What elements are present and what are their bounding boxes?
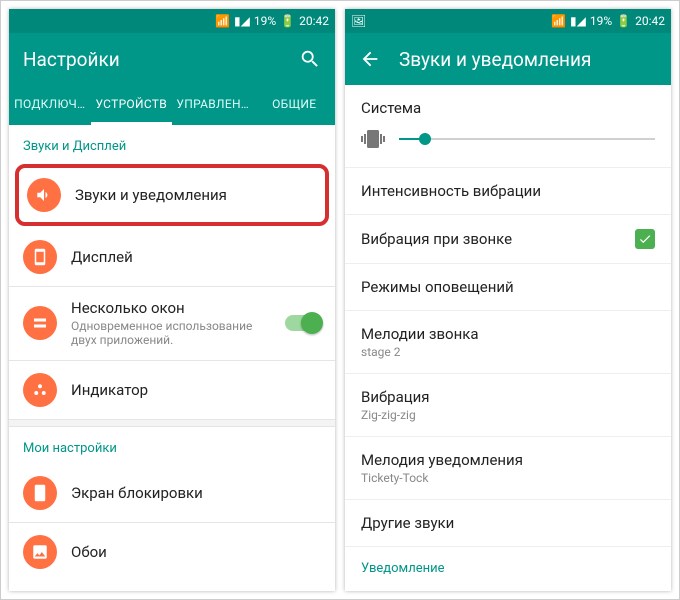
item-sounds-notifications[interactable]: Звуки и уведомления (19, 168, 325, 222)
multi-window-icon (23, 306, 57, 340)
settings-screen: 📶 ▮◢ 19% 🔋 20:42 Настройки ПОДКЛЮЧ… УСТР… (9, 9, 335, 591)
item-other-sounds[interactable]: Другие звуки (345, 500, 671, 547)
wifi-icon: 📶 (215, 14, 230, 28)
item-vibration-intensity[interactable]: Интенсивность вибрации (345, 168, 671, 215)
sounds-list: Система Интенсивность вибрации Вибрация … (345, 85, 671, 591)
item-label: Мелодии звонка (361, 325, 655, 343)
item-label: Дисплей (71, 248, 321, 266)
item-lock-screen[interactable]: Экран блокировки (9, 464, 335, 522)
vibrate-on-ring-checkbox[interactable] (635, 229, 655, 249)
battery-icon: 🔋 (280, 14, 295, 28)
section-gap (9, 419, 335, 427)
tab-bar: ПОДКЛЮЧ… УСТРОЙСТВ УПРАВЛЕН… ОБЩИЕ (9, 85, 335, 125)
item-wallpaper[interactable]: Обои (9, 523, 335, 581)
item-label: Индикатор (71, 381, 321, 399)
sounds-screen: 🖼 📶 ▮◢ 19% 🔋 20:42 Звуки и уведомления С… (345, 9, 671, 591)
item-label: Экран блокировки (71, 484, 321, 502)
item-sublabel: stage 2 (361, 345, 655, 359)
tab-device[interactable]: УСТРОЙСТВ (91, 85, 173, 125)
status-bar: 📶 ▮◢ 19% 🔋 20:42 (9, 9, 335, 33)
highlight-box: Звуки и уведомления (15, 164, 329, 226)
clock: 20:42 (299, 14, 329, 28)
system-volume-slider[interactable] (399, 138, 655, 140)
wifi-icon: 📶 (551, 14, 566, 28)
page-title: Звуки и уведомления (399, 48, 657, 71)
section-notification: Уведомление (345, 547, 671, 576)
multi-window-toggle[interactable] (285, 315, 321, 331)
item-multi-window[interactable]: Несколько окон Одновременное использован… (9, 287, 335, 360)
clock: 20:42 (635, 14, 665, 28)
signal-icon: ▮◢ (234, 14, 250, 28)
settings-list: Звуки и Дисплей Звуки и уведомления Дисп… (9, 125, 335, 591)
battery-text: 19% (590, 14, 612, 28)
item-label: Режимы оповещений (361, 278, 655, 296)
item-sublabel: Tickety-Tock (361, 471, 655, 485)
vibrate-icon (361, 127, 385, 151)
item-ringtones[interactable]: Мелодии звонка stage 2 (345, 311, 671, 374)
item-label: Мелодия уведомления (361, 451, 655, 469)
search-icon[interactable] (299, 48, 321, 70)
app-bar: Звуки и уведомления (345, 33, 671, 85)
item-label: Несколько окон (71, 299, 271, 317)
battery-text: 19% (254, 14, 276, 28)
section-sound-display: Звуки и Дисплей (9, 125, 335, 162)
item-display[interactable]: Дисплей (9, 228, 335, 286)
display-icon (23, 240, 57, 274)
lock-screen-icon (23, 476, 57, 510)
item-label: Вибрация (361, 388, 655, 406)
back-icon[interactable] (359, 48, 381, 70)
system-label: Система (345, 85, 671, 117)
item-label: Звуки и уведомления (75, 186, 317, 204)
item-label: Другие звуки (361, 514, 655, 532)
item-indicator[interactable]: Индикатор (9, 361, 335, 419)
item-label: Интенсивность вибрации (361, 182, 655, 200)
app-bar: Настройки (9, 33, 335, 85)
item-label: Обои (71, 543, 321, 561)
section-my-settings: Мои настройки (9, 427, 335, 464)
item-notification-sound[interactable]: Мелодия уведомления Tickety-Tock (345, 437, 671, 500)
item-sublabel: Zig-zig-zig (361, 408, 655, 422)
system-volume-row (345, 117, 671, 168)
indicator-icon (23, 373, 57, 407)
battery-icon: 🔋 (616, 14, 631, 28)
item-vibrate-on-ring[interactable]: Вибрация при звонке (345, 215, 671, 264)
item-vibration[interactable]: Вибрация Zig-zig-zig (345, 374, 671, 437)
item-notification-modes[interactable]: Режимы оповещений (345, 264, 671, 311)
tab-connections[interactable]: ПОДКЛЮЧ… (9, 85, 91, 125)
signal-icon: ▮◢ (570, 14, 586, 28)
volume-icon (27, 178, 61, 212)
item-sublabel: Одновременное использование двух приложе… (71, 319, 271, 348)
status-bar: 🖼 📶 ▮◢ 19% 🔋 20:42 (345, 9, 671, 33)
screenshot-icon: 🖼 (351, 14, 366, 28)
tab-general[interactable]: ОБЩИЕ (254, 85, 336, 125)
tab-controls[interactable]: УПРАВЛЕН… (172, 85, 254, 125)
page-title: Настройки (23, 48, 281, 71)
item-label: Вибрация при звонке (361, 230, 635, 248)
wallpaper-icon (23, 535, 57, 569)
